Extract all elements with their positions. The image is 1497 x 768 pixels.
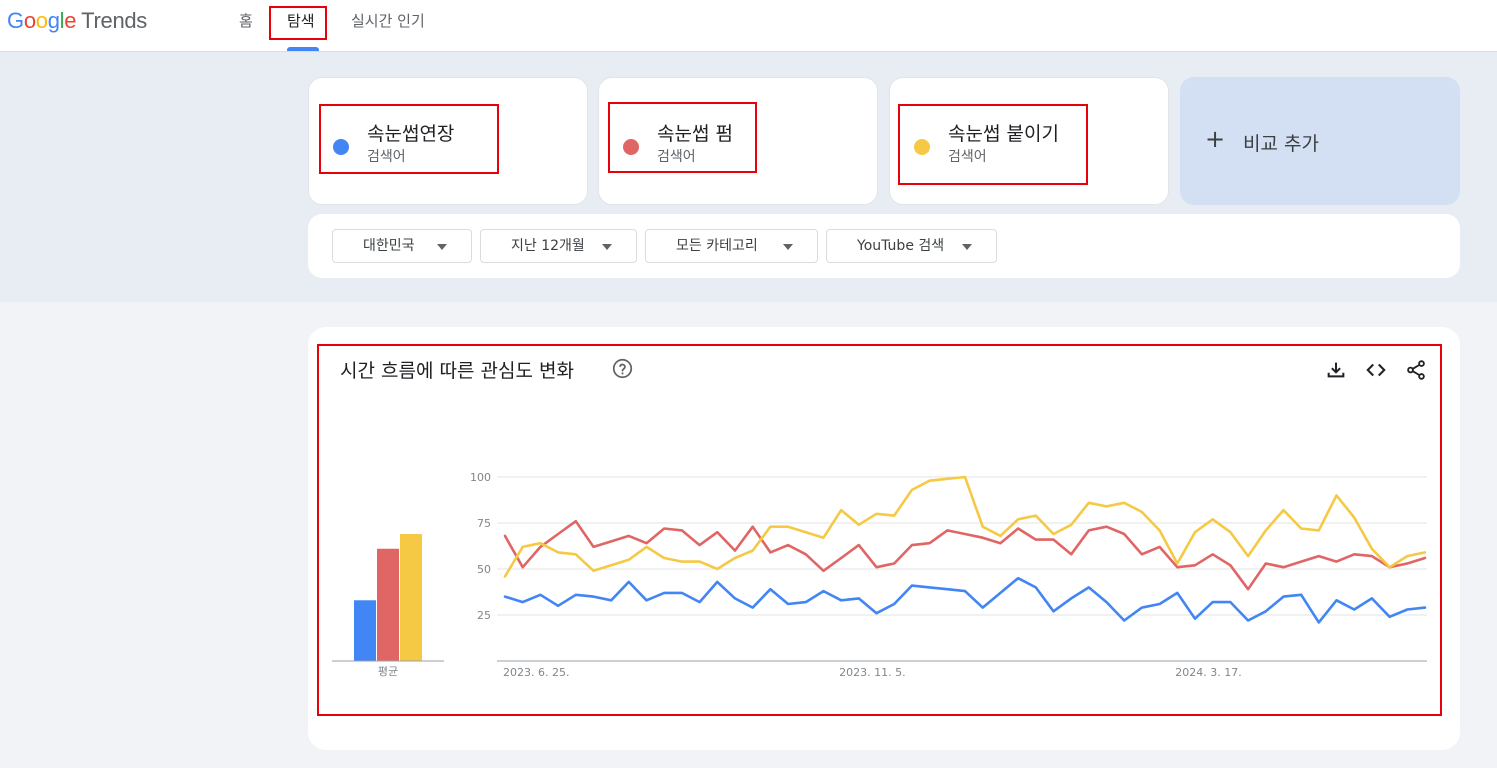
nav-explore[interactable]: 탐색 bbox=[287, 10, 315, 31]
average-bar bbox=[400, 534, 422, 661]
series-line bbox=[503, 475, 1427, 578]
average-bar bbox=[377, 548, 399, 661]
interest-chart[interactable]: 25 50 75 100 2023. 6. 25. 2023. 11. 5. 2024. 3… bbox=[320, 440, 1440, 690]
term-type: 검색어 bbox=[948, 149, 987, 165]
term-type: 검색어 bbox=[367, 149, 406, 165]
logo-letter: o bbox=[35, 8, 48, 33]
time-range-value: 지난 12개월 bbox=[511, 238, 585, 254]
dropdown-arrow-icon bbox=[783, 244, 793, 250]
logo-letter: G bbox=[7, 8, 24, 33]
dropdown-arrow-icon bbox=[437, 244, 447, 250]
nav-active-indicator bbox=[287, 47, 319, 51]
share-icon[interactable] bbox=[1405, 359, 1427, 381]
y-tick-label: 100 bbox=[470, 471, 491, 484]
term-type: 검색어 bbox=[657, 149, 696, 165]
term-color-dot bbox=[914, 139, 930, 155]
chart-title: 시간 흐름에 따른 관심도 변화 bbox=[340, 360, 574, 382]
term-color-dot bbox=[623, 139, 639, 155]
embed-code-icon[interactable] bbox=[1365, 359, 1387, 381]
y-tick-label: 75 bbox=[477, 517, 491, 530]
top-bar: Google Trends 홈 탐색 실시간 인기 bbox=[0, 0, 1497, 52]
logo-letter: e bbox=[64, 8, 77, 33]
plus-icon: + bbox=[1205, 125, 1226, 153]
nav-trending-now[interactable]: 실시간 인기 bbox=[351, 10, 425, 31]
category-value: 모든 카테고리 bbox=[676, 238, 758, 254]
term-color-dot bbox=[333, 139, 349, 155]
x-tick-label: 2023. 6. 25. bbox=[503, 666, 569, 679]
category-select[interactable]: 모든 카테고리 bbox=[645, 229, 818, 263]
average-bar bbox=[354, 600, 376, 661]
download-icon[interactable] bbox=[1325, 359, 1347, 381]
y-tick-label: 25 bbox=[477, 609, 491, 622]
nav-home[interactable]: 홈 bbox=[239, 10, 253, 31]
average-label: 평균 bbox=[378, 665, 398, 678]
term-name: 속눈썹 붙이기 bbox=[948, 123, 1059, 145]
google-trends-logo[interactable]: Google Trends bbox=[7, 8, 147, 34]
region-value: 대한민국 bbox=[363, 238, 415, 254]
time-range-select[interactable]: 지난 12개월 bbox=[480, 229, 637, 263]
search-type-value: YouTube 검색 bbox=[857, 238, 945, 254]
term-name: 속눈썹연장 bbox=[367, 123, 455, 145]
x-tick-label: 2023. 11. 5. bbox=[839, 666, 905, 679]
logo-product-name: Trends bbox=[81, 8, 148, 33]
logo-letter: g bbox=[47, 8, 60, 33]
search-term-card-2[interactable]: 속눈썹 펌 검색어 bbox=[598, 77, 878, 205]
dropdown-arrow-icon bbox=[602, 244, 612, 250]
search-term-card-1[interactable]: 속눈썹연장 검색어 bbox=[308, 77, 588, 205]
search-type-select[interactable]: YouTube 검색 bbox=[826, 229, 997, 263]
term-name: 속눈썹 펌 bbox=[657, 123, 733, 145]
x-tick-label: 2024. 3. 17. bbox=[1175, 666, 1241, 679]
dropdown-arrow-icon bbox=[962, 244, 972, 250]
region-select[interactable]: 대한민국 bbox=[332, 229, 472, 263]
add-comparison-label: 비교 추가 bbox=[1243, 133, 1319, 155]
series-line bbox=[503, 576, 1427, 624]
y-tick-label: 50 bbox=[477, 563, 491, 576]
help-icon[interactable] bbox=[612, 358, 633, 379]
filter-bar: 대한민국 지난 12개월 모든 카테고리 YouTube 검색 bbox=[308, 214, 1460, 278]
search-term-card-3[interactable]: 속눈썹 붙이기 검색어 bbox=[889, 77, 1169, 205]
add-comparison-button[interactable]: + 비교 추가 bbox=[1180, 77, 1460, 205]
series-line bbox=[503, 519, 1427, 591]
logo-letter: o bbox=[23, 8, 36, 33]
